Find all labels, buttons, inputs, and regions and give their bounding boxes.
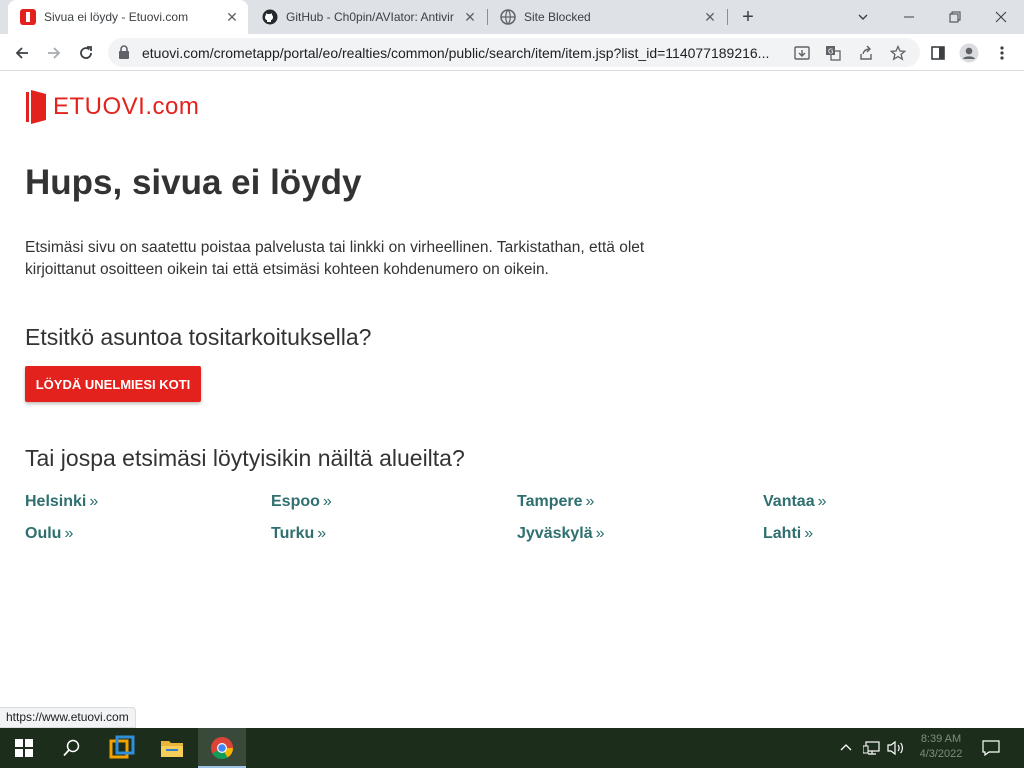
etuovi-logo[interactable]: ETUOVI.com bbox=[25, 90, 199, 124]
globe-icon bbox=[500, 9, 516, 25]
restore-icon bbox=[949, 11, 961, 23]
tab-title: GitHub - Ch0pin/AVIator: Antivir bbox=[286, 10, 454, 24]
area-link-oulu[interactable]: Oulu» bbox=[25, 525, 73, 543]
area-link-lahti[interactable]: Lahti» bbox=[763, 525, 813, 543]
translate-icon[interactable]: G bbox=[823, 43, 843, 63]
browser-toolbar: etuovi.com/crometapp/portal/eo/realties/… bbox=[0, 34, 1024, 71]
taskbar-app-chrome[interactable] bbox=[198, 728, 246, 768]
area-link-espoo[interactable]: Espoo» bbox=[271, 493, 332, 511]
clock-time: 8:39 AM bbox=[920, 733, 962, 745]
bookmark-star-icon[interactable] bbox=[888, 43, 908, 63]
forward-button[interactable] bbox=[40, 39, 68, 67]
start-button[interactable] bbox=[0, 728, 48, 768]
network-icon bbox=[863, 741, 880, 755]
logo-suffix: .com bbox=[145, 93, 200, 120]
taskbar-clock[interactable]: 8:39 AM 4/3/2022 bbox=[912, 732, 970, 762]
back-button[interactable] bbox=[8, 39, 36, 67]
tab-etuovi[interactable]: Sivua ei löydy - Etuovi.com ✕ bbox=[8, 0, 248, 34]
profile-button[interactable] bbox=[959, 43, 979, 63]
area-link-vantaa[interactable]: Vantaa» bbox=[763, 493, 827, 511]
avatar-icon bbox=[959, 43, 979, 63]
close-icon bbox=[995, 11, 1007, 23]
address-bar[interactable]: etuovi.com/crometapp/portal/eo/realties/… bbox=[108, 38, 920, 67]
tab-title: Sivua ei löydy - Etuovi.com bbox=[44, 10, 189, 24]
url-text: etuovi.com/crometapp/portal/eo/realties/… bbox=[142, 45, 770, 61]
speaker-icon bbox=[887, 740, 903, 756]
tab-strip: Sivua ei löydy - Etuovi.com ✕ GitHub - C… bbox=[0, 0, 1024, 34]
folder-icon bbox=[161, 741, 183, 757]
windows-logo-icon bbox=[15, 739, 33, 757]
windows-taskbar: 8:39 AM 4/3/2022 bbox=[0, 728, 1024, 768]
arrow-left-icon bbox=[15, 47, 28, 59]
install-icon[interactable] bbox=[792, 43, 812, 63]
share-icon[interactable] bbox=[856, 43, 876, 63]
area-link-tampere[interactable]: Tampere» bbox=[517, 493, 594, 511]
vmware-icon bbox=[109, 735, 135, 759]
kebab-menu-icon bbox=[1000, 46, 1004, 60]
area-link-helsinki[interactable]: Helsinki» bbox=[25, 493, 98, 511]
area-link-turku[interactable]: Turku» bbox=[271, 525, 326, 543]
taskbar-app-vmware[interactable] bbox=[98, 728, 146, 768]
section-heading-search: Etsitkö asuntoa tositarkoituksella? bbox=[25, 324, 372, 350]
new-tab-button[interactable]: + bbox=[736, 5, 760, 29]
status-bar-url: https://www.etuovi.com bbox=[0, 707, 136, 728]
reload-button[interactable] bbox=[72, 39, 100, 67]
area-link-jyvaskyla[interactable]: Jyväskylä» bbox=[517, 525, 605, 543]
tab-separator bbox=[727, 9, 728, 25]
show-hidden-icons-button[interactable] bbox=[836, 728, 856, 768]
close-tab-icon[interactable]: ✕ bbox=[224, 9, 240, 25]
search-button[interactable] bbox=[48, 728, 96, 768]
close-window-button[interactable] bbox=[978, 0, 1024, 34]
arrow-right-icon bbox=[48, 47, 61, 59]
tab-search-button[interactable] bbox=[840, 0, 886, 34]
side-panel-button[interactable] bbox=[928, 43, 948, 63]
error-description: Etsimäsi sivu on saatettu poistaa palvel… bbox=[25, 239, 645, 278]
find-dream-home-button[interactable]: LÖYDÄ UNELMIESI KOTI bbox=[25, 366, 201, 402]
close-tab-icon[interactable]: ✕ bbox=[702, 9, 718, 25]
network-button[interactable] bbox=[860, 728, 884, 768]
reload-icon bbox=[80, 46, 92, 59]
minimize-button[interactable] bbox=[886, 0, 932, 34]
tab-github[interactable]: GitHub - Ch0pin/AVIator: Antivir ✕ bbox=[250, 0, 486, 34]
restore-button[interactable] bbox=[932, 0, 978, 34]
lock-icon bbox=[118, 45, 130, 64]
logo-brand: ETUOVI bbox=[53, 93, 146, 120]
tab-site-blocked[interactable]: Site Blocked ✕ bbox=[488, 0, 726, 34]
chrome-icon bbox=[211, 737, 233, 759]
page-title: Hups, sivua ei löydy bbox=[25, 163, 362, 202]
section-heading-areas: Tai jospa etsimäsi löytyisikin näiltä al… bbox=[25, 445, 465, 471]
github-icon bbox=[262, 9, 278, 25]
minimize-icon bbox=[904, 16, 914, 18]
chevron-down-icon bbox=[858, 14, 868, 20]
notification-icon bbox=[982, 740, 1000, 756]
menu-button[interactable] bbox=[992, 43, 1012, 63]
taskbar-app-file-explorer[interactable] bbox=[148, 728, 196, 768]
chevron-up-icon bbox=[840, 744, 852, 751]
etuovi-favicon bbox=[20, 9, 36, 25]
volume-button[interactable] bbox=[884, 728, 908, 768]
tab-title: Site Blocked bbox=[524, 10, 591, 24]
close-tab-icon[interactable]: ✕ bbox=[462, 9, 478, 25]
svg-text:G: G bbox=[828, 48, 833, 56]
side-panel-icon bbox=[931, 46, 945, 60]
clock-date: 4/3/2022 bbox=[919, 748, 963, 760]
search-icon bbox=[63, 739, 80, 757]
notifications-button[interactable] bbox=[976, 728, 1006, 768]
door-logo-icon bbox=[26, 90, 46, 124]
